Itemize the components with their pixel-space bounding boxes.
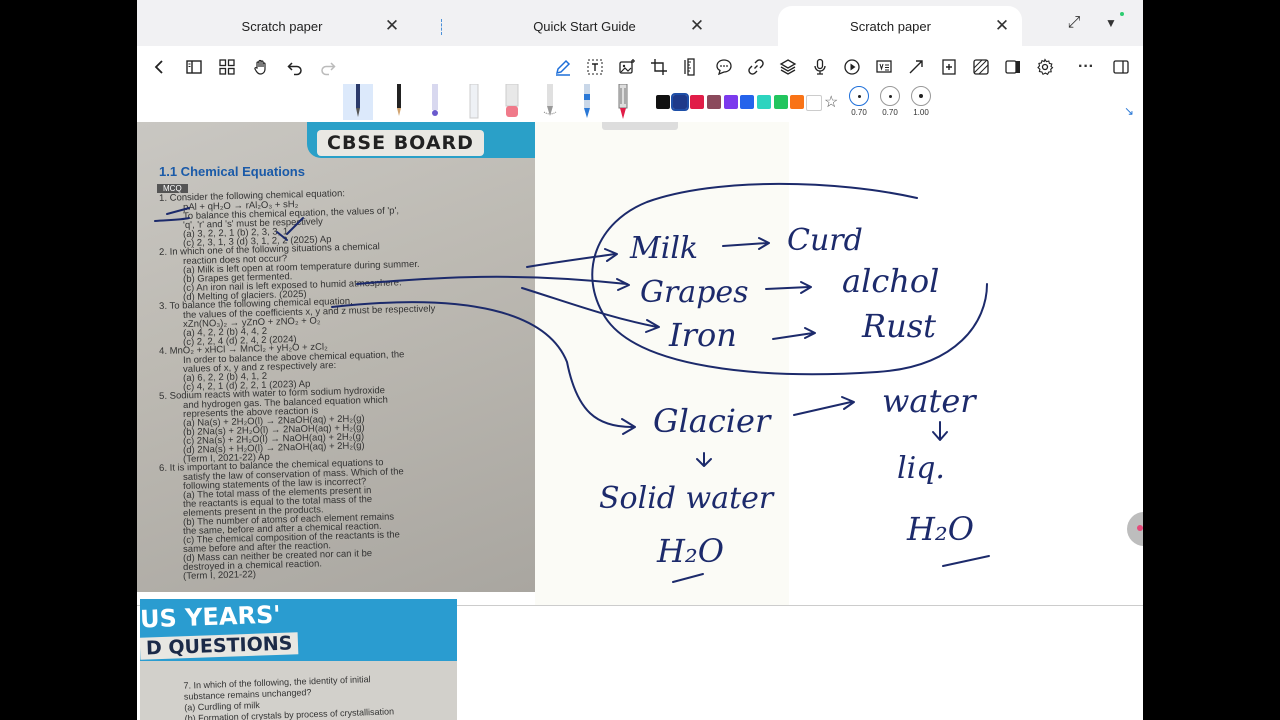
close-icon[interactable]: ✕: [992, 16, 1012, 36]
color-swatch-red[interactable]: [690, 95, 704, 109]
scan-section-title: 1.1 Chemical Equations: [159, 164, 305, 179]
stroke-size-label: 0.70: [882, 108, 898, 117]
scanned-image-chemistry[interactable]: CBSE BOARD 1.1 Chemical Equations MCQ 1.…: [137, 122, 535, 592]
scan-banner-text: CBSE BOARD: [317, 130, 484, 156]
close-icon[interactable]: ✕: [687, 16, 707, 36]
stroke-size-label: 0.70: [851, 108, 867, 117]
color-swatch-teal[interactable]: [757, 95, 771, 109]
sidebar-icon[interactable]: [181, 54, 207, 80]
text-box-icon[interactable]: [582, 54, 608, 80]
lasso-expand-icon[interactable]: [903, 54, 929, 80]
hand-icon[interactable]: [248, 54, 274, 80]
stroke-size-3[interactable]: 1.00: [909, 86, 933, 117]
eraser-tool[interactable]: [503, 83, 521, 120]
color-swatch-green[interactable]: [774, 95, 788, 109]
more-icon[interactable]: ···: [1073, 54, 1099, 80]
page-area: [535, 122, 789, 605]
scanned-image-previous-years[interactable]: US YEARS' D QUESTIONS 7. In which of the…: [140, 599, 457, 720]
tab-divider: [441, 19, 443, 35]
crop-icon[interactable]: [646, 54, 672, 80]
image-icon[interactable]: [614, 54, 640, 80]
color-swatch-black[interactable]: [656, 95, 670, 109]
scan2-title-1: US YEARS': [140, 600, 282, 634]
ink-h2o-2: H₂O: [906, 510, 974, 548]
color-swatch-navy[interactable]: [671, 93, 689, 111]
redo-icon[interactable]: [315, 54, 341, 80]
ink-word-liq: liq.: [897, 451, 945, 486]
tab-menu-chevron-icon[interactable]: ▼: [1101, 16, 1121, 30]
add-page-icon[interactable]: [936, 54, 962, 80]
tab-label: Scratch paper: [850, 18, 931, 34]
ink-word-water: water: [882, 382, 977, 420]
ink-word-curd: Curd: [787, 223, 863, 258]
status-dot: [1120, 12, 1124, 16]
tab-scratch-paper-active[interactable]: Scratch paper ✕: [778, 6, 1022, 46]
split-view-icon[interactable]: [1000, 54, 1026, 80]
notes-app: Scratch paper ✕ Quick Start Guide ✕ Scra…: [137, 0, 1143, 720]
ocr-icon[interactable]: [871, 54, 897, 80]
side-drawer-handle[interactable]: [1127, 512, 1143, 546]
pencil-tool[interactable]: [390, 84, 408, 120]
tab-label: Quick Start Guide: [533, 18, 636, 34]
color-swatch-blue[interactable]: [740, 95, 754, 109]
pattern-icon[interactable]: [968, 54, 994, 80]
fullscreen-icon[interactable]: ⤢: [1064, 14, 1084, 32]
scan-mcq-label: MCQ: [157, 184, 188, 193]
play-icon[interactable]: [839, 54, 865, 80]
comment-icon[interactable]: [711, 54, 737, 80]
stroke-size-1[interactable]: 0.70: [847, 86, 871, 117]
blue-pen-tool[interactable]: [578, 84, 596, 120]
tab-label: Scratch paper: [241, 18, 323, 34]
stroke-size-label: 1.00: [913, 108, 929, 117]
ink-word-alchol: alchol: [842, 262, 939, 300]
grid-icon[interactable]: [214, 54, 240, 80]
highlighter-tool[interactable]: [465, 83, 483, 120]
microphone-icon[interactable]: [807, 54, 833, 80]
ink-word-rust: Rust: [861, 307, 936, 345]
scan2-question: 7. In which of the following, the identi…: [183, 673, 394, 720]
tab-quick-start-guide[interactable]: Quick Start Guide ✕: [457, 6, 737, 46]
page-drag-handle[interactable]: [602, 122, 678, 130]
back-icon[interactable]: [147, 54, 173, 80]
color-swatch-mauve[interactable]: [707, 95, 721, 109]
red-pen-tool[interactable]: [614, 83, 632, 120]
link-icon[interactable]: [743, 54, 769, 80]
color-swatch-white[interactable]: [806, 95, 822, 111]
panel-icon[interactable]: [1108, 54, 1134, 80]
layers-icon[interactable]: [775, 54, 801, 80]
marker-tool[interactable]: [426, 84, 444, 120]
stroke-size-2[interactable]: 0.70: [878, 86, 902, 117]
close-icon[interactable]: ✕: [382, 16, 402, 36]
favorite-star-icon[interactable]: ☆: [824, 92, 838, 112]
settings-icon[interactable]: [1032, 54, 1058, 80]
tab-bar: Scratch paper ✕ Quick Start Guide ✕ Scra…: [137, 0, 1143, 46]
lasso-tool[interactable]: [541, 84, 559, 120]
note-canvas[interactable]: CBSE BOARD 1.1 Chemical Equations MCQ 1.…: [137, 122, 1143, 720]
main-toolbar: ···: [137, 46, 1143, 88]
pen-tray: ☆ 0.70 0.70 1.00 ↘: [137, 83, 1143, 123]
collapse-tray-arrow-icon[interactable]: ↘: [1124, 104, 1134, 118]
ruler-icon[interactable]: [678, 54, 704, 80]
fountain-pen-tool[interactable]: [343, 84, 373, 120]
tab-scratch-paper-1[interactable]: Scratch paper ✕: [137, 6, 427, 46]
color-swatch-orange[interactable]: [790, 95, 804, 109]
pen-icon[interactable]: [550, 54, 576, 80]
undo-icon[interactable]: [282, 54, 308, 80]
color-swatch-purple[interactable]: [724, 95, 738, 109]
